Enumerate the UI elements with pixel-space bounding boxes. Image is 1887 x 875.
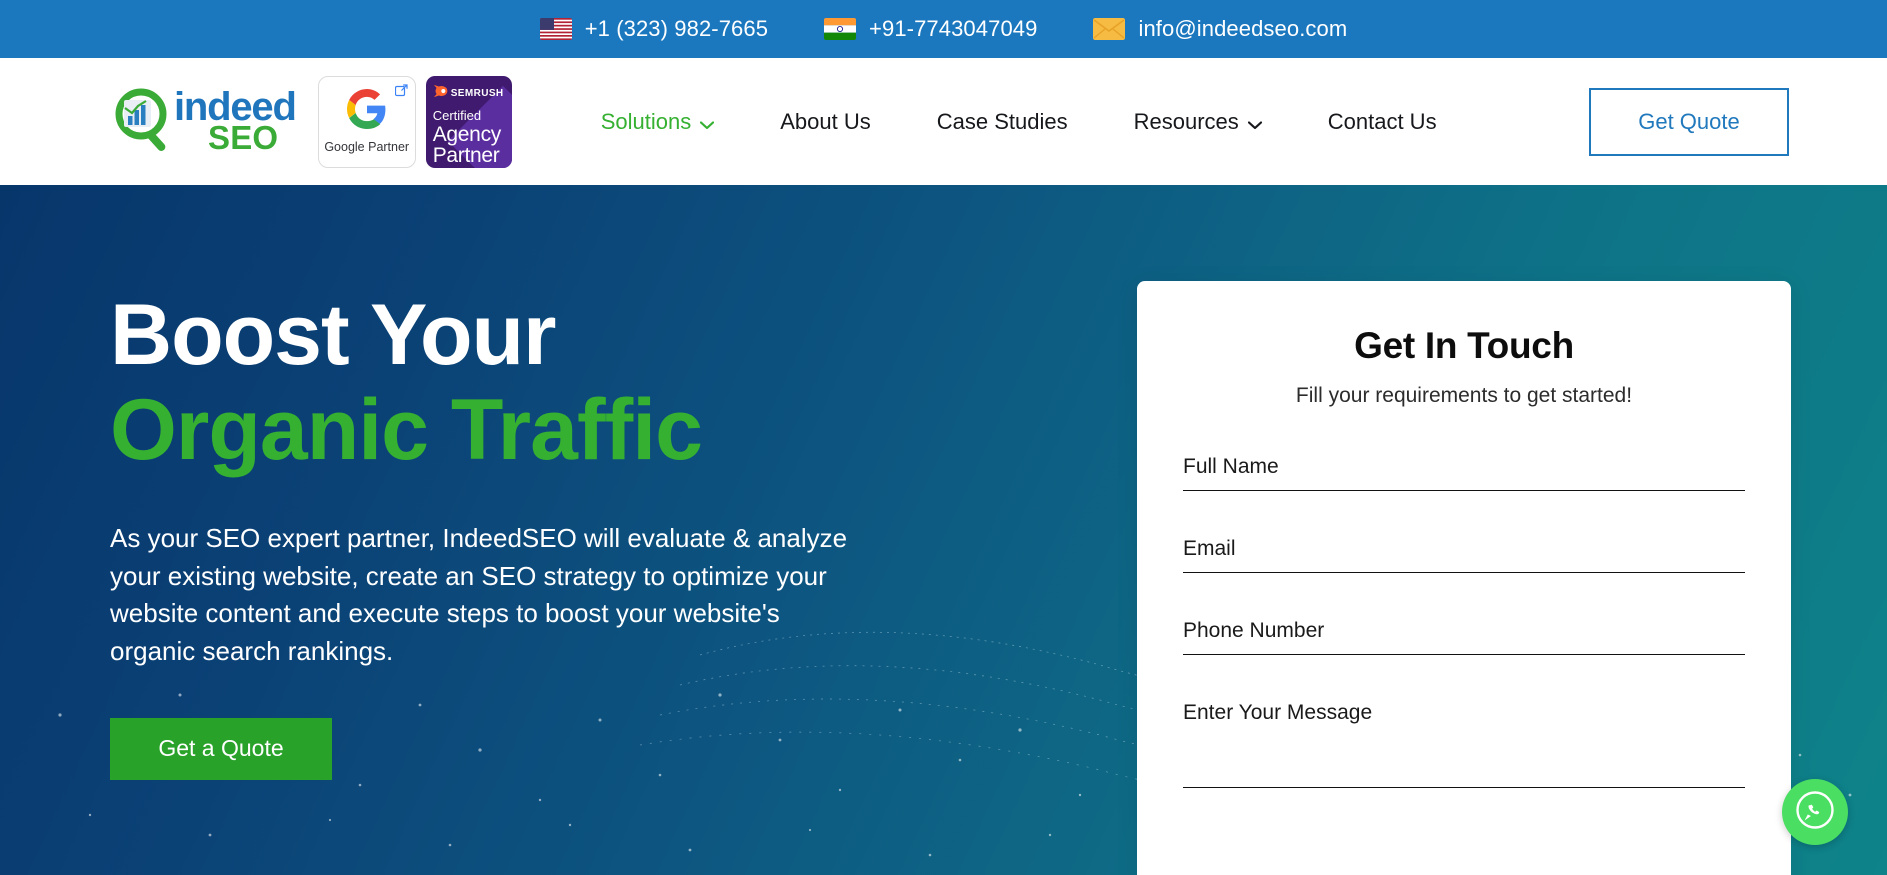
magnifier-chart-icon	[110, 86, 178, 157]
get-quote-button[interactable]: Get Quote	[1589, 87, 1789, 156]
semrush-logo-icon	[433, 84, 448, 103]
nav-item-solutions-label: Solutions	[600, 108, 692, 134]
chevron-down-icon	[1247, 110, 1262, 136]
main-navigation: Solutions About Us Case Studies Resource…	[568, 107, 1470, 136]
form-fields	[1183, 446, 1745, 788]
phone-number-input[interactable]	[1183, 610, 1745, 655]
hero-title: Boost Your Organic Traffic	[110, 287, 920, 479]
envelope-icon	[1093, 18, 1126, 40]
semrush-partner-label: Partner	[432, 143, 500, 167]
nav-item-resources[interactable]: Resources	[1101, 107, 1295, 136]
whatsapp-chat-button[interactable]	[1782, 779, 1848, 845]
topbar-phone-in-label: +91-7743047049	[869, 16, 1038, 41]
semrush-agency-label: Agency	[432, 122, 502, 146]
form-title: Get In Touch	[1354, 325, 1574, 366]
topbar-phone-in[interactable]: +91-7743047049	[824, 16, 1037, 42]
us-flag-icon	[539, 18, 572, 40]
get-in-touch-form: Get In Touch Fill your requirements to g…	[1137, 281, 1791, 875]
external-link-icon	[394, 83, 408, 97]
google-g-icon	[346, 89, 387, 134]
semrush-agency-partner-badge[interactable]: SEMRUSH Certified Agency Partner	[425, 75, 512, 168]
nav-item-resources-label: Resources	[1133, 108, 1239, 134]
nav-item-contact-us[interactable]: Contact Us	[1295, 109, 1470, 135]
logo-secondary-text: SEO	[208, 119, 279, 157]
semrush-wordmark: SEMRUSH	[450, 87, 504, 99]
site-header: indeed SEO Google Partner SEMRUSH Certif…	[0, 58, 1887, 185]
hero-paragraph: As your SEO expert partner, IndeedSEO wi…	[110, 522, 848, 666]
nav-item-about-us-label: About Us	[780, 108, 871, 134]
google-partner-label: Google Partner	[324, 140, 410, 154]
nav-item-about-us[interactable]: About Us	[747, 109, 904, 135]
site-logo[interactable]: indeed SEO	[110, 86, 297, 158]
hero-title-line2: Organic Traffic	[110, 382, 703, 479]
topbar-email-label: info@indeedseo.com	[1138, 16, 1348, 41]
india-flag-icon	[824, 18, 857, 40]
hero-content: Boost Your Organic Traffic As your SEO e…	[0, 185, 920, 780]
nav-item-case-studies[interactable]: Case Studies	[904, 109, 1101, 135]
topbar-phone-us[interactable]: +1 (323) 982-7665	[539, 16, 769, 42]
hero-title-line1: Boost Your	[110, 287, 556, 383]
semrush-brand-row: SEMRUSH	[433, 84, 512, 103]
nav-item-solutions[interactable]: Solutions	[568, 107, 748, 136]
top-contact-bar: +1 (323) 982-7665 +91-7743047049 info@in…	[0, 0, 1887, 58]
semrush-certified-label: Certified	[432, 107, 482, 123]
logo-wordmark: indeed SEO	[174, 88, 297, 157]
topbar-email[interactable]: info@indeedseo.com	[1093, 16, 1347, 42]
full-name-input[interactable]	[1183, 446, 1745, 491]
chevron-down-icon	[700, 110, 715, 136]
whatsapp-icon	[1794, 789, 1836, 836]
nav-item-contact-us-label: Contact Us	[1327, 108, 1437, 134]
google-partner-badge[interactable]: Google Partner	[317, 75, 416, 168]
email-input[interactable]	[1183, 528, 1745, 573]
topbar-phone-us-label: +1 (323) 982-7665	[584, 16, 769, 41]
form-subtitle: Fill your requirements to get started!	[1295, 384, 1633, 407]
hero-get-a-quote-button[interactable]: Get a Quote	[110, 717, 332, 780]
message-textarea[interactable]	[1183, 692, 1745, 788]
nav-item-case-studies-label: Case Studies	[936, 108, 1068, 134]
hero-section: Boost Your Organic Traffic As your SEO e…	[0, 185, 1887, 875]
